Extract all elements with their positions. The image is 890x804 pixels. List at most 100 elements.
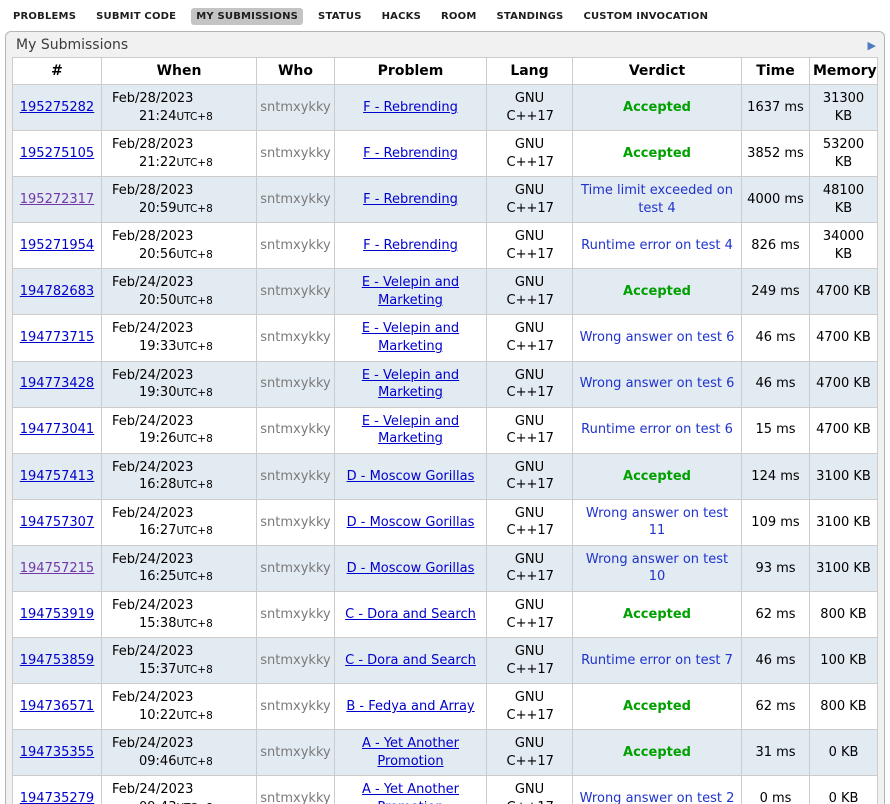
problem-link[interactable]: F - Rebrending: [363, 146, 458, 161]
submission-author-link[interactable]: sntmxykky: [260, 607, 330, 622]
problem-link[interactable]: E - Velepin and Marketing: [362, 275, 459, 308]
problem-link[interactable]: D - Moscow Gorillas: [347, 515, 475, 530]
verdict-text[interactable]: Accepted: [623, 146, 691, 161]
cell-when: Feb/28/2023 21:22UTC+8: [102, 131, 257, 177]
verdict-text[interactable]: Wrong answer on test 2: [580, 791, 735, 804]
submission-id-link[interactable]: 194736571: [20, 699, 94, 714]
verdict-text[interactable]: Runtime error on test 7: [581, 653, 733, 668]
col-header-lang: Lang: [487, 58, 573, 85]
submission-author-link[interactable]: sntmxykky: [260, 515, 330, 530]
cell-submission-id: 194773428: [13, 361, 102, 407]
submission-id-link[interactable]: 194757413: [20, 469, 94, 484]
verdict-text[interactable]: Accepted: [623, 469, 691, 484]
nav-item-room[interactable]: ROOM: [436, 8, 481, 25]
problem-link[interactable]: B - Fedya and Array: [346, 699, 474, 714]
submission-time: 20:59UTC+8: [105, 200, 253, 218]
timezone-label: UTC+8: [176, 479, 212, 491]
cell-time: 4000 ms: [742, 177, 810, 223]
nav-item-status[interactable]: STATUS: [313, 8, 367, 25]
submission-id-link[interactable]: 194757307: [20, 515, 94, 530]
memory-used: 0 KB: [829, 745, 859, 760]
timezone-label: UTC+8: [176, 203, 212, 215]
verdict-text[interactable]: Wrong answer on test 11: [586, 506, 728, 539]
problem-link[interactable]: E - Velepin and Marketing: [362, 368, 459, 401]
table-row: 194782683 Feb/24/2023 20:50UTC+8 sntmxyk…: [13, 269, 878, 315]
cell-lang: GNU C++17: [487, 177, 573, 223]
submission-id-link[interactable]: 195275105: [20, 146, 94, 161]
submission-id-link[interactable]: 195271954: [20, 238, 94, 253]
nav-item-submit-code[interactable]: SUBMIT CODE: [91, 8, 181, 25]
nav-item-hacks[interactable]: HACKS: [377, 8, 426, 25]
verdict-text[interactable]: Accepted: [623, 284, 691, 299]
submission-id-link[interactable]: 194753919: [20, 607, 94, 622]
submission-author-link[interactable]: sntmxykky: [260, 192, 330, 207]
cell-lang: GNU C++17: [487, 361, 573, 407]
submission-id-link[interactable]: 194735355: [20, 745, 94, 760]
submission-id-link[interactable]: 194773041: [20, 422, 94, 437]
contest-nav: PROBLEMS SUBMIT CODE MY SUBMISSIONS STAT…: [0, 0, 890, 29]
submission-id-link[interactable]: 194773715: [20, 330, 94, 345]
submission-author-link[interactable]: sntmxykky: [260, 100, 330, 115]
verdict-text[interactable]: Accepted: [623, 100, 691, 115]
verdict-text[interactable]: Accepted: [623, 607, 691, 622]
cell-who: sntmxykky: [257, 730, 335, 776]
table-row: 194773428 Feb/24/2023 19:30UTC+8 sntmxyk…: [13, 361, 878, 407]
problem-link[interactable]: F - Rebrending: [363, 192, 458, 207]
submission-id-link[interactable]: 194782683: [20, 284, 94, 299]
submission-id-link[interactable]: 194753859: [20, 653, 94, 668]
expand-arrow-icon[interactable]: ▶: [868, 40, 876, 51]
cell-who: sntmxykky: [257, 361, 335, 407]
problem-link[interactable]: E - Velepin and Marketing: [362, 321, 459, 354]
submission-author-link[interactable]: sntmxykky: [260, 422, 330, 437]
submission-author-link[interactable]: sntmxykky: [260, 238, 330, 253]
cell-time: 93 ms: [742, 545, 810, 591]
cell-time: 1637 ms: [742, 85, 810, 131]
submission-author-link[interactable]: sntmxykky: [260, 745, 330, 760]
submission-author-link[interactable]: sntmxykky: [260, 561, 330, 576]
problem-link[interactable]: E - Velepin and Marketing: [362, 414, 459, 447]
submission-author-link[interactable]: sntmxykky: [260, 330, 330, 345]
submission-author-link[interactable]: sntmxykky: [260, 284, 330, 299]
submission-id-link[interactable]: 194735279: [20, 791, 94, 804]
problem-link[interactable]: C - Dora and Search: [345, 653, 476, 668]
nav-item-custom-invocation[interactable]: CUSTOM INVOCATION: [578, 8, 713, 25]
table-row: 194773715 Feb/24/2023 19:33UTC+8 sntmxyk…: [13, 315, 878, 361]
cell-memory: 4700 KB: [810, 361, 878, 407]
verdict-text[interactable]: Accepted: [623, 745, 691, 760]
submission-author-link[interactable]: sntmxykky: [260, 699, 330, 714]
problem-link[interactable]: A - Yet Another Promotion: [362, 782, 459, 804]
cell-submission-id: 195275282: [13, 85, 102, 131]
problem-link[interactable]: F - Rebrending: [363, 238, 458, 253]
submission-id-link[interactable]: 194757215: [20, 561, 94, 576]
problem-link[interactable]: A - Yet Another Promotion: [362, 736, 459, 769]
submission-id-link[interactable]: 195275282: [20, 100, 94, 115]
submission-id-link[interactable]: 194773428: [20, 376, 94, 391]
problem-link[interactable]: C - Dora and Search: [345, 607, 476, 622]
submission-author-link[interactable]: sntmxykky: [260, 791, 330, 804]
timezone-label: UTC+8: [176, 710, 212, 722]
verdict-text[interactable]: Wrong answer on test 6: [580, 376, 735, 391]
problem-link[interactable]: F - Rebrending: [363, 100, 458, 115]
submission-author-link[interactable]: sntmxykky: [260, 146, 330, 161]
verdict-text[interactable]: Runtime error on test 6: [581, 422, 733, 437]
submission-author-link[interactable]: sntmxykky: [260, 469, 330, 484]
cell-verdict: Wrong answer on test 6: [573, 315, 742, 361]
cell-who: sntmxykky: [257, 453, 335, 499]
submission-id-link[interactable]: 195272317: [20, 192, 94, 207]
submission-author-link[interactable]: sntmxykky: [260, 653, 330, 668]
nav-item-my-submissions[interactable]: MY SUBMISSIONS: [191, 8, 303, 25]
cell-problem: A - Yet Another Promotion: [335, 776, 487, 804]
cell-when: Feb/28/2023 21:24UTC+8: [102, 85, 257, 131]
nav-item-standings[interactable]: STANDINGS: [491, 8, 568, 25]
problem-link[interactable]: D - Moscow Gorillas: [347, 469, 475, 484]
table-row: 195272317 Feb/28/2023 20:59UTC+8 sntmxyk…: [13, 177, 878, 223]
cell-time: 46 ms: [742, 361, 810, 407]
verdict-text[interactable]: Wrong answer on test 10: [586, 552, 728, 585]
verdict-text[interactable]: Time limit exceeded on test 4: [581, 183, 733, 216]
submission-author-link[interactable]: sntmxykky: [260, 376, 330, 391]
problem-link[interactable]: D - Moscow Gorillas: [347, 561, 475, 576]
verdict-text[interactable]: Runtime error on test 4: [581, 238, 733, 253]
verdict-text[interactable]: Accepted: [623, 699, 691, 714]
nav-item-problems[interactable]: PROBLEMS: [8, 8, 81, 25]
verdict-text[interactable]: Wrong answer on test 6: [580, 330, 735, 345]
